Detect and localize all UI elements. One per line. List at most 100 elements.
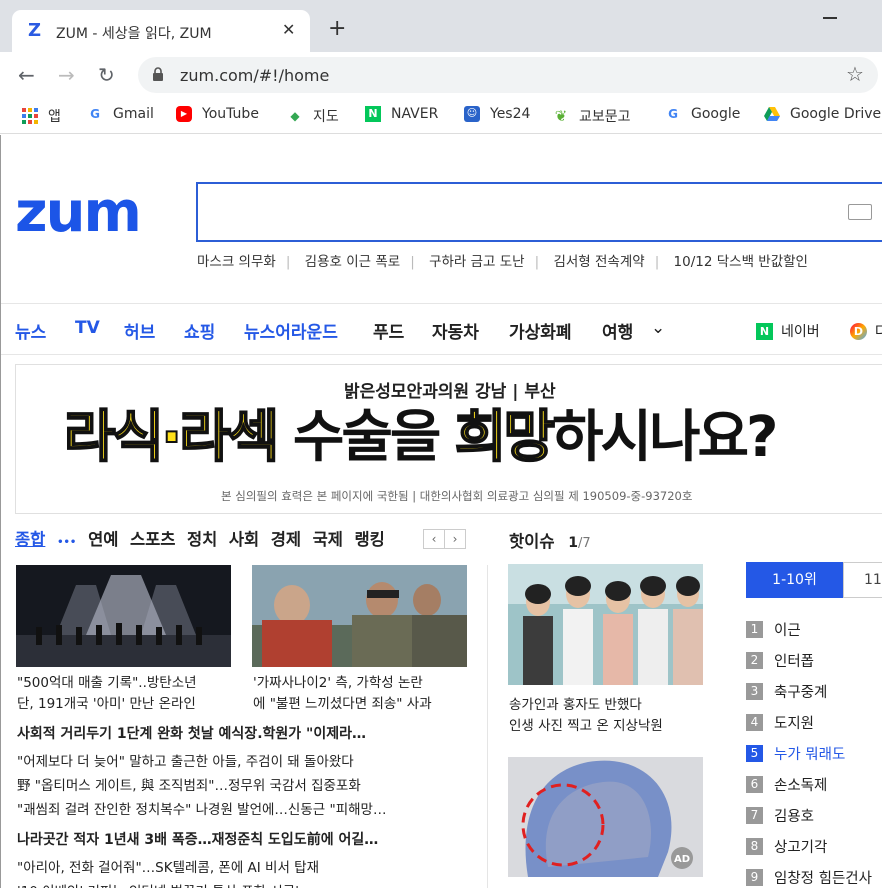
bookmark-maps[interactable]: ◆ 지도 — [287, 106, 339, 126]
nav-news-around[interactable]: 뉴스어라운드 — [244, 318, 338, 343]
tab-general[interactable]: 종합 — [15, 530, 45, 549]
column-divider — [487, 565, 488, 888]
ranking-item[interactable]: 8 상고기각 — [746, 836, 827, 857]
yes24-icon: ☺ — [464, 106, 480, 122]
ad-image: AD — [508, 757, 703, 877]
ranking-item[interactable]: 9 임창정 힘든건사 — [746, 867, 872, 888]
news-link[interactable]: "괘씸죄 걸려 잔인한 정치복수" 나경원 발언에…신동근 "피해망… — [17, 798, 467, 818]
address-bar[interactable]: zum.com/#!/home ☆ — [138, 57, 878, 93]
ranking-item[interactable]: 3 축구중계 — [746, 681, 827, 702]
ranking-item[interactable]: 2 인터폽 — [746, 650, 814, 671]
rank-label: 이근 — [774, 623, 801, 639]
rank-label: 누가 뭐래도 — [774, 747, 846, 763]
hot-issue-page: 1 — [568, 535, 579, 551]
concert-image — [16, 565, 231, 667]
ranking-item[interactable]: 1 이근 — [746, 619, 801, 640]
main-navigation: 뉴스 TV 허브 쇼핑 뉴스어라운드 푸드 자동차 가상화폐 여행 ⌄ N 네이… — [1, 303, 882, 355]
bookmark-youtube[interactable]: ▶ YouTube — [176, 106, 259, 122]
news-thumbnail[interactable] — [252, 565, 467, 667]
ranking-item[interactable]: 4 도지원 — [746, 712, 814, 733]
bookmark-naver[interactable]: N NAVER — [365, 106, 438, 122]
tab-politics[interactable]: 정치 — [187, 530, 217, 549]
bookmark-drive[interactable]: Google Drive — [764, 106, 881, 122]
trend-item[interactable]: 김용호 이근 폭로 — [305, 254, 401, 270]
bookmark-star-icon[interactable]: ☆ — [846, 62, 864, 86]
bookmark-label: YouTube — [202, 106, 259, 122]
tab-ranking[interactable]: 랭킹 — [354, 530, 384, 549]
nav-auto[interactable]: 자동차 — [432, 318, 479, 343]
minimize-window-icon[interactable] — [823, 17, 837, 19]
tab-dots: ••• — [57, 537, 77, 548]
trend-item[interactable]: 마스크 의무화 — [197, 254, 276, 270]
news-link[interactable]: 野 "옵티머스 게이트, 與 조직범죄"…정무위 국감서 집중포화 — [17, 774, 467, 794]
news-card-caption[interactable]: "500억대 매출 기록"..방탄소년 단, 191개국 '아미' 만난 온라인 — [17, 673, 232, 715]
apps-grid-icon — [22, 108, 38, 124]
trend-item[interactable]: 김서형 전속계약 — [553, 254, 644, 270]
new-tab-icon[interactable]: + — [328, 17, 346, 41]
tab-economy[interactable]: 경제 — [271, 530, 301, 549]
daum-shortcut[interactable]: D 다 — [850, 321, 882, 341]
back-arrow-icon[interactable]: ← — [18, 64, 35, 86]
news-card-caption[interactable]: '가짜사나이2' 측, 가학성 논란 에 "불편 느끼셨다면 죄송" 사과 — [253, 673, 468, 715]
nav-shopping[interactable]: 쇼핑 — [184, 318, 215, 343]
ad-thumbnail[interactable]: AD — [508, 757, 703, 877]
tab-title: ZUM - 세상을 읽다, ZUM — [56, 26, 212, 42]
nav-food[interactable]: 푸드 — [373, 318, 404, 343]
tab-entertainment[interactable]: 연예 — [88, 530, 118, 549]
bookmark-apps[interactable]: 앱 — [22, 106, 61, 126]
headline-link[interactable]: 나라곳간 적자 1년새 3배 폭증…재정준칙 도입도前에 어길… — [17, 829, 467, 849]
tab-rank-1-10[interactable]: 1-10위 — [746, 562, 843, 598]
bookmark-label: 앱 — [48, 109, 61, 125]
nav-crypto[interactable]: 가상화폐 — [509, 318, 572, 343]
news-thumbnail[interactable] — [16, 565, 231, 667]
ranking-item[interactable]: 6 손소독제 — [746, 774, 827, 795]
tab-society[interactable]: 사회 — [229, 530, 259, 549]
headline-link[interactable]: 사회적 거리두기 1단계 완화 첫날 예식장.학원가 "이제라… — [17, 723, 467, 743]
nav-news[interactable]: 뉴스 — [15, 318, 46, 343]
hot-issue-title: 핫이슈 — [509, 532, 555, 551]
prev-arrow-icon[interactable]: ‹ — [423, 529, 445, 549]
trend-item[interactable]: 구하라 금고 도난 — [429, 254, 525, 270]
hot-issue-thumbnail[interactable] — [508, 564, 703, 685]
maps-icon: ◆ — [290, 109, 300, 123]
bookmark-label: 지도 — [313, 109, 339, 125]
tab-rank-11-20[interactable]: 11- — [843, 562, 882, 598]
tab-sports[interactable]: 스포츠 — [130, 530, 176, 549]
keyboard-icon[interactable] — [848, 204, 872, 220]
bookmark-google[interactable]: G Google — [665, 106, 740, 122]
bookmark-gmail[interactable]: G Gmail — [87, 106, 154, 122]
ad-fine-print: 본 심의필의 효력은 본 페이지에 국한됨 | 대한의사협회 의료광고 심의필 … — [221, 489, 693, 503]
bookmark-kyobo[interactable]: ❦ 교보문고 — [553, 106, 631, 126]
browser-tab[interactable]: Z ZUM - 세상을 읽다, ZUM ✕ — [12, 10, 310, 52]
search-input[interactable] — [196, 182, 882, 242]
trend-item[interactable]: 10/12 닥스백 반값할인 — [674, 254, 808, 270]
news-link[interactable]: "아리아, 전화 걸어줘"…SK텔레콤, 폰에 AI 비서 탑재 — [17, 856, 467, 876]
banner-ad[interactable]: 밝은성모안과의원 강남 | 부산 라식·라섹 수술을 희망하시나요? 본 심의필… — [15, 364, 882, 514]
google-icon: G — [668, 107, 678, 121]
rank-label: 임창정 힘든건사 — [774, 871, 872, 887]
tab-world[interactable]: 국제 — [313, 530, 343, 549]
hot-issue-caption[interactable]: 송가인과 홍자도 반했다 인생 사진 찍고 온 지상낙원 — [509, 695, 709, 737]
forward-arrow-icon[interactable]: → — [58, 64, 75, 86]
daum-icon: D — [850, 322, 867, 340]
ranking-item[interactable]: 7 김용호 — [746, 805, 814, 826]
bookmark-label: Yes24 — [490, 106, 531, 122]
close-tab-icon[interactable]: ✕ — [282, 20, 295, 39]
ranking-item[interactable]: 5 누가 뭐래도 — [746, 743, 845, 764]
hot-issue-header: 핫이슈 1/7 — [509, 528, 591, 552]
naver-shortcut[interactable]: N 네이버 — [756, 321, 820, 341]
rank-number: 2 — [746, 652, 763, 669]
news-link[interactable]: '10 이베안' 커피는 인터넷 벌꿀기 통산 포함 시공' — [17, 880, 467, 888]
nav-hub[interactable]: 허브 — [124, 318, 155, 343]
zum-logo[interactable]: zum — [15, 183, 142, 243]
ad-headline-part: 라식·라섹 — [63, 404, 280, 471]
nav-tv[interactable]: TV — [75, 318, 100, 338]
nav-travel[interactable]: 여행 — [602, 318, 633, 343]
reload-icon[interactable]: ↻ — [98, 64, 115, 86]
bookmark-yes24[interactable]: ☺ Yes24 — [464, 106, 530, 122]
caption-line: "500억대 매출 기록"..방탄소년 — [17, 675, 197, 691]
news-link[interactable]: "어제보다 더 늦어" 말하고 출근한 아들, 주검이 돼 돌아왔다 — [17, 750, 467, 770]
next-arrow-icon[interactable]: › — [444, 529, 466, 549]
chevron-down-icon[interactable]: ⌄ — [651, 318, 665, 338]
news-category-tabs: 종합 ••• 연예 스포츠 정치 사회 경제 국제 랭킹 — [15, 526, 385, 550]
